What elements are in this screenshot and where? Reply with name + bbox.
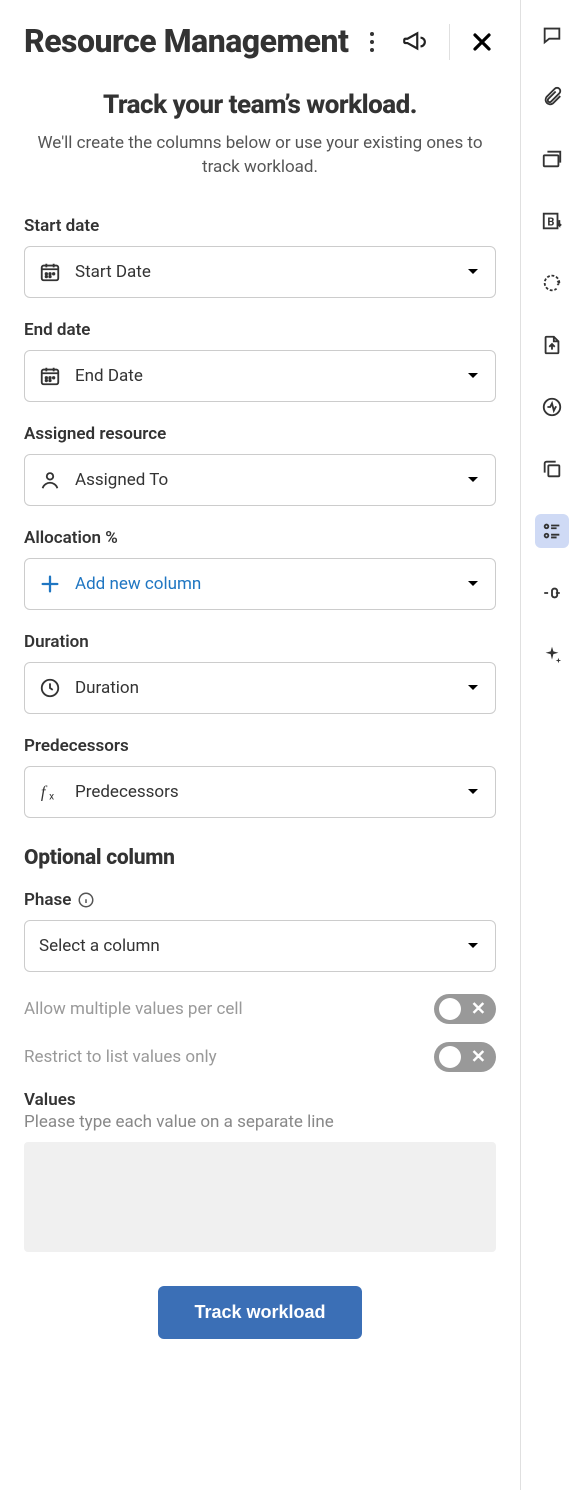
restrict-list-toggle[interactable]: ✕ <box>434 1042 496 1072</box>
announce-button[interactable] <box>397 25 431 59</box>
svg-text:B: B <box>547 216 554 229</box>
values-hint: Please type each value on a separate lin… <box>24 1112 496 1132</box>
toggle-knob <box>439 1046 461 1068</box>
intro-description: We'll create the columns below or use yo… <box>24 132 496 180</box>
close-icon <box>472 32 492 52</box>
phase-label-text: Phase <box>24 890 71 910</box>
upload-file-icon <box>541 334 563 356</box>
start-date-label: Start date <box>24 216 496 236</box>
values-label: Values <box>24 1090 496 1110</box>
chevron-down-icon <box>467 684 479 692</box>
sidebar-copy[interactable] <box>535 452 569 486</box>
phase-placeholder: Select a column <box>39 936 481 956</box>
sidebar-bold[interactable]: B <box>535 204 569 238</box>
chevron-down-icon <box>467 788 479 796</box>
copy-icon <box>541 458 563 480</box>
svg-text:x: x <box>49 791 54 802</box>
clock-icon <box>39 677 61 699</box>
phase-select[interactable]: Select a column <box>24 920 496 972</box>
toggle-off-icon: ✕ <box>471 998 486 1019</box>
restrict-list-label: Restrict to list values only <box>24 1047 217 1067</box>
close-button[interactable] <box>468 28 496 56</box>
page-title: Resource Management <box>24 24 348 59</box>
allocation-select[interactable]: Add new column <box>24 558 496 610</box>
start-date-value: Start Date <box>75 262 481 282</box>
chevron-down-icon <box>467 580 479 588</box>
chevron-down-icon <box>467 476 479 484</box>
comment-icon <box>541 24 563 46</box>
more-options-button[interactable] <box>365 27 379 57</box>
megaphone-icon <box>401 29 427 55</box>
track-workload-button[interactable]: Track workload <box>158 1286 361 1339</box>
end-date-value: End Date <box>75 366 481 386</box>
chevron-down-icon <box>467 372 479 380</box>
paperclip-icon <box>541 86 563 108</box>
cards-icon <box>541 148 563 170</box>
duration-value: Duration <box>75 678 481 698</box>
resource-icon <box>541 520 563 542</box>
right-sidebar: B <box>520 0 582 1490</box>
assigned-select[interactable]: Assigned To <box>24 454 496 506</box>
values-textarea[interactable] <box>24 1142 496 1252</box>
sidebar-cards[interactable] <box>535 142 569 176</box>
calendar-icon <box>39 261 61 283</box>
allow-multiple-toggle[interactable]: ✕ <box>434 994 496 1024</box>
allow-multiple-label: Allow multiple values per cell <box>24 999 243 1019</box>
sync-icon <box>541 272 563 294</box>
predecessors-select[interactable]: fx Predecessors <box>24 766 496 818</box>
sidebar-upload[interactable] <box>535 328 569 362</box>
plus-icon <box>39 573 61 595</box>
format-icon: B <box>541 210 563 232</box>
sidebar-sync[interactable] <box>535 266 569 300</box>
optional-section-title: Optional column <box>24 846 496 870</box>
sparkle-icon <box>541 644 563 666</box>
predecessors-label: Predecessors <box>24 736 496 756</box>
sidebar-ai[interactable] <box>535 638 569 672</box>
start-date-select[interactable]: Start Date <box>24 246 496 298</box>
duration-label: Duration <box>24 632 496 652</box>
person-icon <box>39 469 61 491</box>
header-divider <box>449 24 450 60</box>
predecessors-value: Predecessors <box>75 782 481 802</box>
activity-icon <box>541 396 563 418</box>
sidebar-resource[interactable] <box>535 514 569 548</box>
assigned-value: Assigned To <box>75 470 481 490</box>
calendar-icon <box>39 365 61 387</box>
sidebar-comments[interactable] <box>535 18 569 52</box>
assigned-label: Assigned resource <box>24 424 496 444</box>
intro-title: Track your team’s workload. <box>24 90 496 120</box>
sidebar-connect[interactable] <box>535 576 569 610</box>
duration-select[interactable]: Duration <box>24 662 496 714</box>
info-icon[interactable] <box>77 891 95 909</box>
plug-icon <box>541 582 563 604</box>
chevron-down-icon <box>467 942 479 950</box>
end-date-label: End date <box>24 320 496 340</box>
phase-label: Phase <box>24 890 496 910</box>
fx-icon: fx <box>39 781 61 803</box>
svg-text:f: f <box>41 782 48 801</box>
allocation-add-text: Add new column <box>75 574 481 594</box>
sidebar-attachments[interactable] <box>535 80 569 114</box>
more-vertical-icon <box>369 31 375 53</box>
chevron-down-icon <box>467 268 479 276</box>
end-date-select[interactable]: End Date <box>24 350 496 402</box>
allocation-label: Allocation % <box>24 528 496 548</box>
sidebar-activity[interactable] <box>535 390 569 424</box>
toggle-off-icon: ✕ <box>471 1046 486 1067</box>
toggle-knob <box>439 998 461 1020</box>
